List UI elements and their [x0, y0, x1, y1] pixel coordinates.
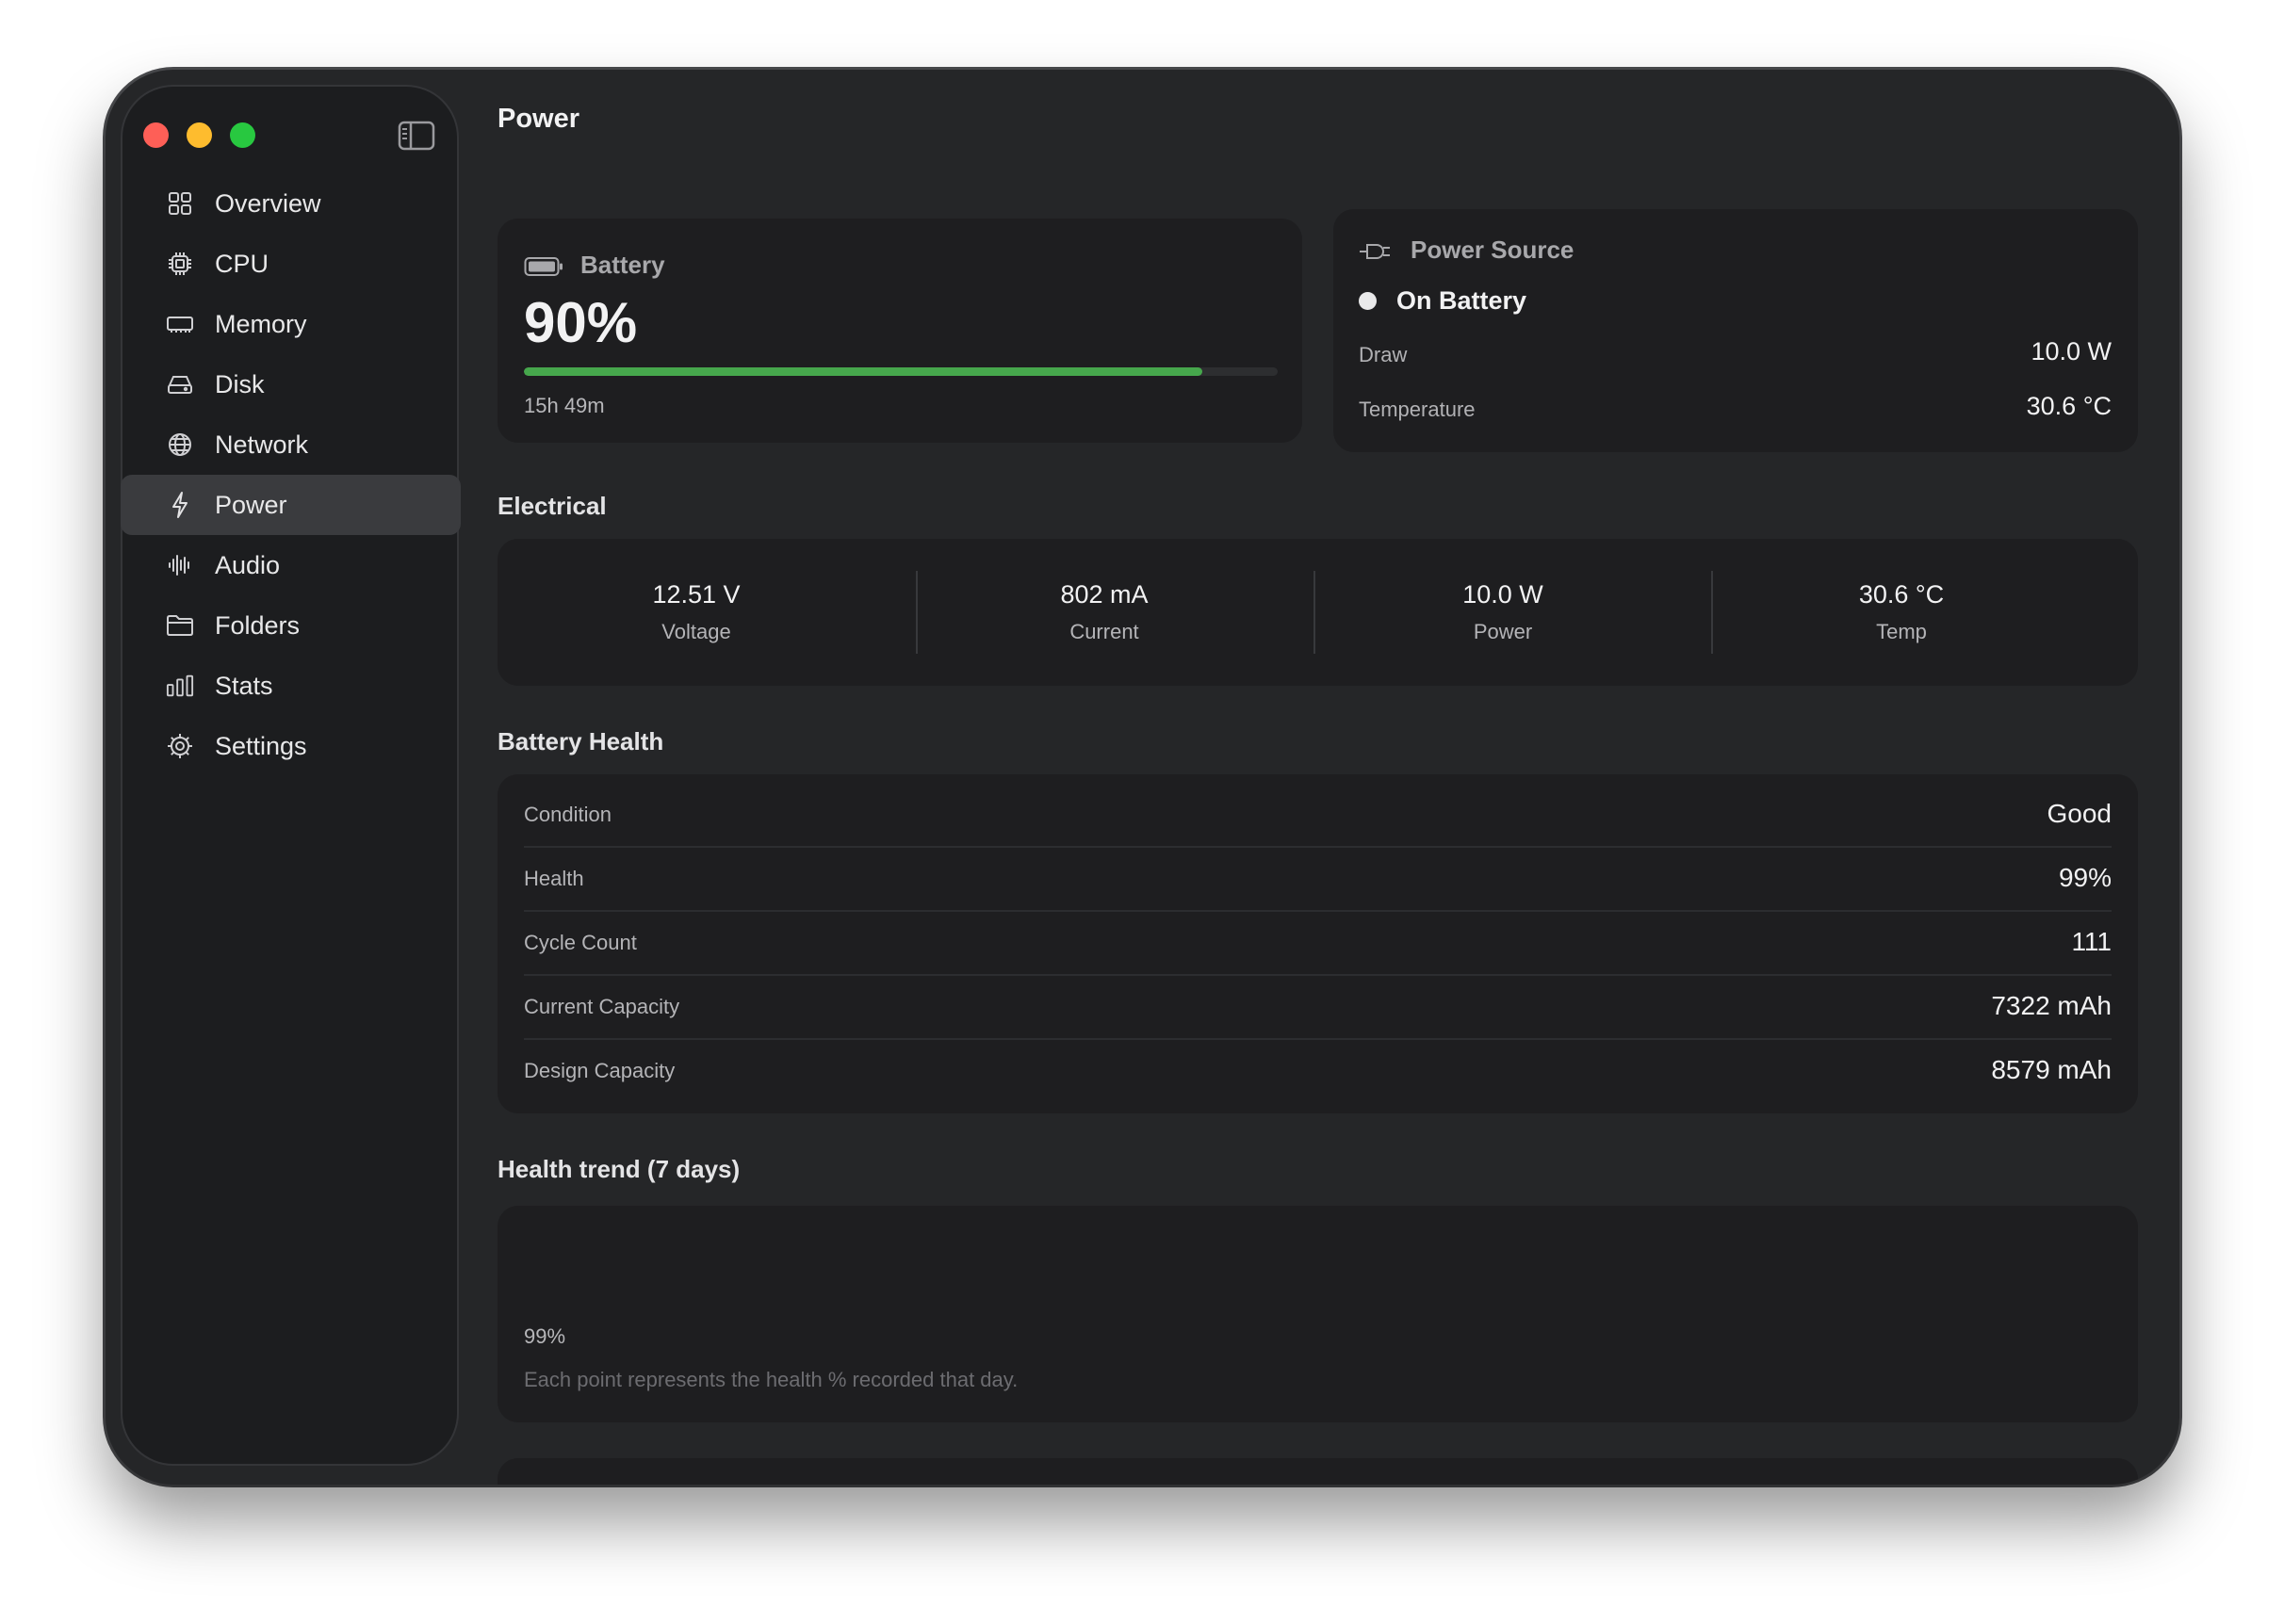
bolt-icon [166, 491, 194, 519]
sidebar-item-label: Audio [215, 550, 281, 579]
grid-icon [166, 189, 194, 218]
sidebar-item-label: Disk [215, 369, 265, 398]
power-source-card: Power Source On Battery Draw 10.0 W Temp… [1333, 209, 2138, 452]
sidebar-item-power[interactable]: Power [121, 475, 461, 535]
sidebar-item-audio[interactable]: Audio [121, 535, 461, 595]
disk-icon [166, 370, 194, 398]
metric-label: Power [1473, 620, 1533, 643]
metric-label: Temp [1876, 620, 1927, 643]
sidebar-item-overview[interactable]: Overview [121, 173, 461, 234]
metric-value: 10.0 W [1462, 580, 1543, 609]
status-dot [1359, 292, 1377, 310]
row-label: Health [524, 867, 584, 890]
app-window: Overview CPU Memory Disk Network Power A… [106, 70, 2179, 1485]
battery-card: Battery 90% 15h 49m [498, 219, 1302, 443]
row-value: 7322 mAh [1991, 991, 2112, 1020]
electrical-section-title: Electrical [498, 492, 607, 520]
metric-value: 12.51 V [652, 580, 741, 609]
memory-icon [166, 310, 194, 338]
sidebar: Overview CPU Memory Disk Network Power A… [121, 85, 461, 1466]
sidebar-item-network[interactable]: Network [121, 414, 461, 475]
metric-label: Voltage [661, 620, 731, 643]
minimize-button[interactable] [187, 122, 212, 148]
health-row-condition: Condition Good [524, 782, 2112, 846]
battery-level-fill [524, 367, 1202, 376]
chart-bars-icon [166, 672, 194, 700]
row-label: Condition [524, 803, 612, 826]
sidebar-item-disk[interactable]: Disk [121, 354, 461, 414]
metric-value: 30.6 °C [1858, 580, 1945, 609]
health-row-current-capacity: Current Capacity 7322 mAh [524, 974, 2112, 1038]
metric-value: 802 mA [1060, 580, 1149, 609]
power-source-status: On Battery [1396, 286, 1527, 315]
temperature-value: 30.6 °C [2026, 392, 2112, 420]
sidebar-item-label: Settings [215, 731, 307, 760]
sidebar-item-label: Overview [215, 188, 321, 218]
row-value: Good [2047, 799, 2113, 828]
battery-health-card: Condition Good Health 99% Cycle Count 11… [498, 774, 2138, 1113]
row-value: 8579 mAh [1991, 1055, 2112, 1084]
metric-current: 802 mA Current [905, 539, 1303, 686]
sidebar-item-label: Memory [215, 309, 307, 338]
folder-icon [166, 611, 194, 640]
row-label: Cycle Count [524, 931, 637, 954]
close-button[interactable] [143, 122, 169, 148]
sidebar-item-label: Stats [215, 671, 273, 700]
cpu-icon [166, 250, 194, 278]
battery-level-bar [524, 367, 1278, 376]
metric-power: 10.0 W Power [1304, 539, 1702, 686]
battery-health-section-title: Battery Health [498, 727, 664, 755]
page-title: Power [498, 104, 580, 134]
row-value: 99% [2058, 863, 2112, 892]
sidebar-item-label: CPU [215, 249, 269, 278]
row-label: Design Capacity [524, 1059, 676, 1082]
metric-temp: 30.6 °C Temp [1703, 539, 2100, 686]
sidebar-item-stats[interactable]: Stats [121, 656, 461, 716]
battery-icon [524, 256, 563, 282]
draw-label: Draw [1359, 343, 1408, 366]
temperature-label: Temperature [1359, 398, 1476, 421]
sidebar-item-label: Network [215, 430, 309, 459]
row-value: 111 [2071, 927, 2112, 956]
draw-value: 10.0 W [2031, 337, 2112, 365]
metric-label: Current [1069, 620, 1139, 643]
trend-note: Each point represents the health % recor… [524, 1368, 1019, 1391]
health-trend-section-title: Health trend (7 days) [498, 1155, 741, 1183]
gear-icon [166, 732, 194, 760]
zoom-button[interactable] [230, 122, 255, 148]
sidebar-item-cpu[interactable]: CPU [121, 234, 461, 294]
sidebar-item-label: Folders [215, 610, 301, 640]
plug-icon [1358, 241, 1392, 267]
sidebar-item-settings[interactable]: Settings [121, 716, 461, 776]
electrical-card: 12.51 V Voltage 802 mA Current 10.0 W Po… [498, 539, 2138, 686]
battery-time-remaining: 15h 49m [524, 394, 605, 417]
health-row-health: Health 99% [524, 846, 2112, 910]
globe-icon [166, 430, 194, 459]
battery-title: Battery [580, 251, 665, 279]
sidebar-nav: Overview CPU Memory Disk Network Power A… [121, 173, 461, 776]
sidebar-item-memory[interactable]: Memory [121, 294, 461, 354]
metric-voltage: 12.51 V Voltage [498, 539, 895, 686]
sidebar-item-folders[interactable]: Folders [121, 595, 461, 656]
health-row-cycle-count: Cycle Count 111 [524, 910, 2112, 974]
row-label: Current Capacity [524, 995, 680, 1018]
battery-percent: 90% [524, 291, 638, 354]
power-source-title: Power Source [1411, 235, 1574, 264]
next-card [498, 1458, 2138, 1485]
sidebar-icon[interactable] [398, 121, 435, 151]
health-row-design-capacity: Design Capacity 8579 mAh [524, 1038, 2112, 1102]
health-trend-card: 99% Each point represents the health % r… [498, 1206, 2138, 1422]
sidebar-item-label: Power [215, 490, 287, 519]
trend-value: 99% [524, 1324, 566, 1348]
waveform-icon [166, 551, 194, 579]
